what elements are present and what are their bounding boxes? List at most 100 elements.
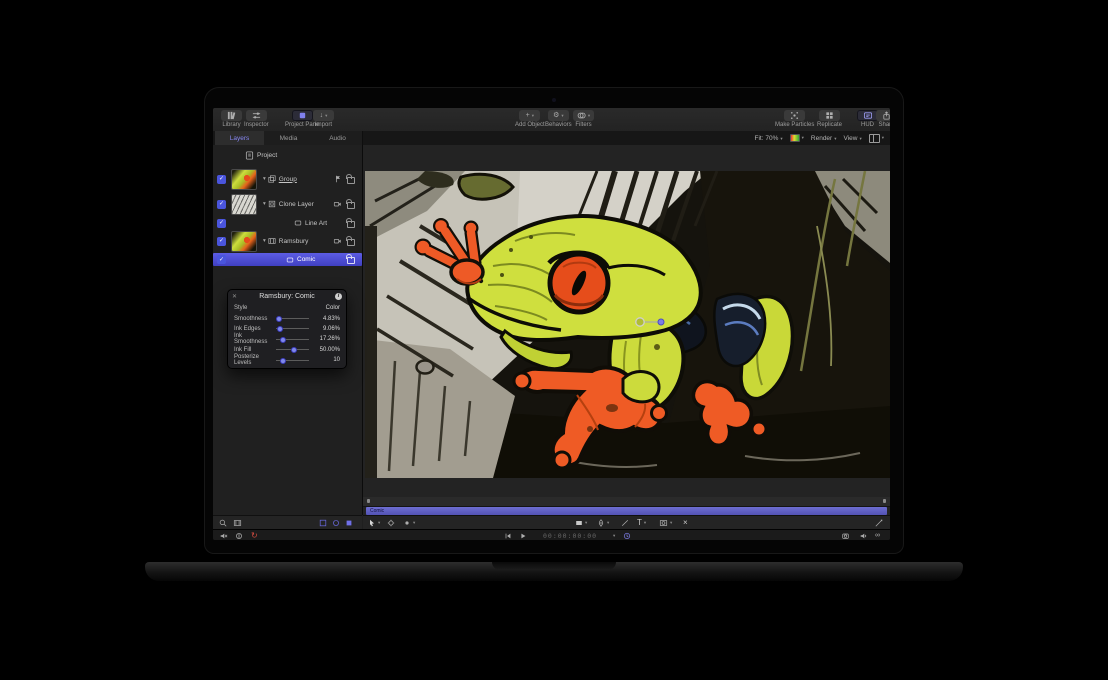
dot-icon: [403, 519, 411, 527]
tab-media[interactable]: Media: [264, 131, 314, 145]
timecode-display[interactable]: 00:00:00:00: [543, 532, 597, 540]
slider-knob[interactable]: [291, 347, 297, 353]
hud-title-bar[interactable]: ✕ Ramsbury: Comic i: [228, 290, 346, 303]
tab-layers[interactable]: Layers: [215, 131, 265, 145]
select-transform-tool[interactable]: ▾: [368, 519, 380, 527]
lock-icon[interactable]: [347, 257, 355, 264]
visibility-checkbox[interactable]: ✓: [217, 255, 226, 264]
show-media-toggle[interactable]: [332, 519, 340, 527]
layer-row-comic-selected[interactable]: ✓ Comic: [213, 253, 362, 266]
slider-knob[interactable]: [280, 358, 286, 364]
layer-row-ramsbury[interactable]: ✓ ▾ Ramsbury: [213, 230, 362, 252]
canvas[interactable]: [363, 145, 890, 515]
tab-audio[interactable]: Audio: [313, 131, 363, 145]
layer-label[interactable]: Clone Layer: [279, 201, 314, 208]
layer-label[interactable]: Line Art: [305, 220, 327, 227]
anchor-point-tool[interactable]: [387, 519, 395, 527]
layer-row-line-art[interactable]: ✓ Line Art: [213, 217, 362, 229]
stroke-tool[interactable]: [875, 519, 883, 527]
disclosure-triangle[interactable]: ▾: [263, 176, 266, 182]
line-tool[interactable]: [621, 519, 629, 527]
export-frame-button[interactable]: [841, 532, 850, 540]
layer-thumbnail[interactable]: [231, 194, 257, 215]
chevron-down-icon: ▾: [859, 136, 861, 141]
visibility-checkbox[interactable]: ✓: [217, 237, 226, 246]
ink-smoothness-slider[interactable]: [276, 339, 309, 340]
play-range-start-marker[interactable]: [367, 499, 370, 503]
close-icon[interactable]: ✕: [232, 293, 237, 300]
lock-icon[interactable]: [347, 239, 355, 246]
disclosure-triangle[interactable]: ▾: [263, 238, 266, 244]
channels-menu[interactable]: ▾: [790, 134, 804, 142]
flag-icon[interactable]: [334, 175, 342, 183]
import-button[interactable]: ↓▾ Import: [313, 110, 334, 128]
visibility-checkbox[interactable]: ✓: [217, 219, 226, 228]
play-button[interactable]: [519, 532, 527, 540]
replicate-button[interactable]: Replicate: [817, 110, 842, 128]
lock-icon[interactable]: [347, 177, 355, 184]
zoom-level-menu[interactable]: Fit: 70%▾: [755, 135, 783, 142]
lock-icon[interactable]: [347, 221, 355, 228]
layout-menu[interactable]: ▾: [869, 134, 884, 143]
drag-tool[interactable]: ▾: [403, 519, 415, 527]
slider-knob[interactable]: [276, 316, 282, 322]
bezier-tool[interactable]: ▾: [597, 519, 609, 527]
smoothness-slider[interactable]: [276, 318, 309, 319]
chevron-down-icon: ▾: [561, 113, 563, 119]
go-to-start-button[interactable]: [504, 532, 512, 540]
layer-label[interactable]: Group: [279, 176, 297, 183]
layer-thumbnail[interactable]: [231, 231, 257, 252]
text-tool[interactable]: T▾: [637, 518, 646, 527]
add-object-button[interactable]: +▾ Add Object: [515, 110, 545, 128]
mute-audio-button[interactable]: [219, 532, 228, 540]
layer-label[interactable]: Comic: [297, 256, 315, 263]
slider-knob[interactable]: [277, 326, 283, 332]
adjust-item-tool[interactable]: ×: [683, 518, 688, 527]
disclosure-triangle[interactable]: ▾: [263, 201, 266, 207]
hud-button[interactable]: HUD: [857, 110, 878, 128]
camera-icon[interactable]: [333, 237, 342, 245]
layer-label[interactable]: Ramsbury: [279, 238, 309, 245]
view-menu[interactable]: View▾: [843, 135, 861, 142]
show-layers-toggle[interactable]: [319, 519, 327, 527]
posterize-levels-slider[interactable]: [276, 360, 309, 361]
inspector-button[interactable]: Inspector: [244, 110, 269, 128]
frog-comic-image[interactable]: [365, 171, 890, 478]
timing-display-button[interactable]: [623, 532, 631, 540]
filters-button[interactable]: ▾ Filters: [573, 110, 594, 128]
chevron-down-icon[interactable]: ▾: [613, 533, 615, 539]
ink-edges-slider[interactable]: [276, 328, 309, 329]
audio-button[interactable]: [859, 532, 868, 540]
timeline-track-comic[interactable]: Comic: [366, 507, 887, 515]
style-popup[interactable]: Color: [313, 305, 340, 311]
slider-knob[interactable]: [280, 337, 286, 343]
play-range-end-marker[interactable]: [883, 499, 886, 503]
library-button[interactable]: Library: [221, 110, 242, 128]
behaviors-button[interactable]: ⚙▾ Behaviors: [545, 110, 572, 128]
layer-row-clone-layer[interactable]: ✓ ▾ Clone Layer: [213, 193, 362, 215]
show-audio-toggle[interactable]: [345, 519, 353, 527]
hud-panel[interactable]: ✕ Ramsbury: Comic i Style Color Smoothne…: [227, 289, 347, 369]
loop-button[interactable]: ∞: [875, 532, 880, 539]
replicate-icon: [825, 111, 834, 120]
mask-tool[interactable]: ▾: [659, 519, 672, 527]
audio-pane-icon: [345, 519, 353, 527]
layer-row-group[interactable]: ✓ ▾ Group: [213, 168, 362, 190]
shape-tool[interactable]: ▾: [575, 519, 587, 527]
playback-loop-button[interactable]: [235, 532, 243, 540]
search-button[interactable]: [219, 519, 227, 527]
ink-fill-slider[interactable]: [276, 349, 309, 350]
share-button[interactable]: Share: [876, 110, 890, 128]
camera-icon[interactable]: [333, 200, 342, 208]
record-button[interactable]: ↻: [251, 532, 258, 540]
layer-thumbnail[interactable]: [231, 169, 257, 190]
visibility-checkbox[interactable]: ✓: [217, 175, 226, 184]
library-icon: [227, 111, 236, 120]
make-particles-button[interactable]: Make Particles: [775, 110, 814, 128]
lock-icon[interactable]: [347, 202, 355, 209]
info-icon[interactable]: i: [335, 293, 342, 300]
filmstrip-toggle[interactable]: [233, 519, 242, 527]
render-menu[interactable]: Render▾: [811, 135, 837, 142]
timeline-ruler[interactable]: [363, 497, 890, 507]
visibility-checkbox[interactable]: ✓: [217, 200, 226, 209]
